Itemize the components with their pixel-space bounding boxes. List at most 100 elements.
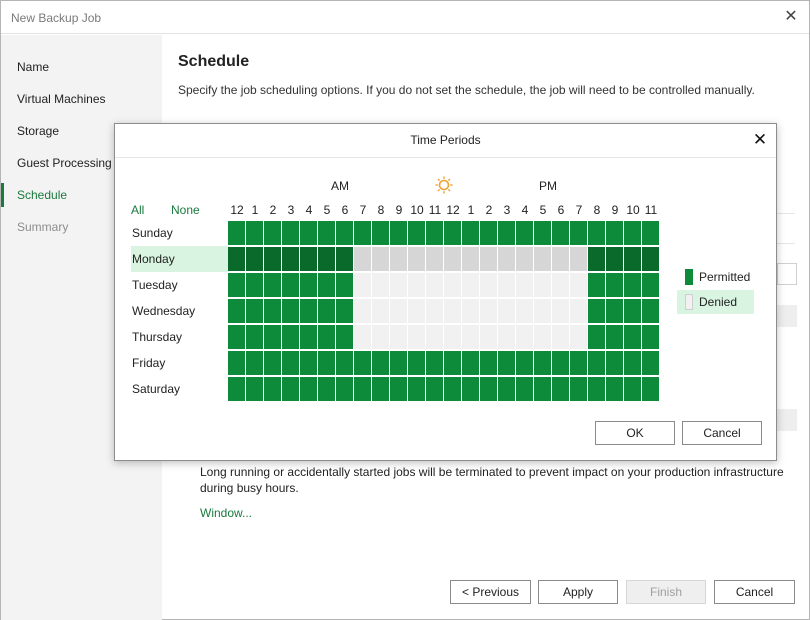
apply-button[interactable]: Apply	[538, 580, 618, 604]
schedule-cell[interactable]	[426, 221, 443, 245]
schedule-cell[interactable]	[588, 299, 605, 323]
schedule-cell[interactable]	[408, 247, 425, 271]
schedule-cell[interactable]	[282, 273, 299, 297]
schedule-cell[interactable]	[246, 221, 263, 245]
schedule-cell[interactable]	[372, 221, 389, 245]
dialog-cancel-button[interactable]: Cancel	[682, 421, 762, 445]
schedule-cell[interactable]	[372, 377, 389, 401]
schedule-cell[interactable]	[300, 325, 317, 349]
schedule-cell[interactable]	[552, 273, 569, 297]
schedule-cell[interactable]	[624, 299, 641, 323]
schedule-cell[interactable]	[498, 221, 515, 245]
schedule-cell[interactable]	[264, 221, 281, 245]
hour-label[interactable]: 9	[606, 203, 624, 217]
schedule-cell[interactable]	[264, 325, 281, 349]
schedule-cell[interactable]	[624, 377, 641, 401]
schedule-cell[interactable]	[282, 299, 299, 323]
schedule-cell[interactable]	[336, 325, 353, 349]
schedule-cell[interactable]	[642, 325, 659, 349]
day-label-monday[interactable]: Monday	[131, 246, 229, 272]
schedule-cell[interactable]	[390, 325, 407, 349]
schedule-cell[interactable]	[390, 247, 407, 271]
schedule-cell[interactable]	[462, 377, 479, 401]
dialog-ok-button[interactable]: OK	[595, 421, 675, 445]
schedule-cell[interactable]	[642, 247, 659, 271]
schedule-cell[interactable]	[498, 247, 515, 271]
schedule-cell[interactable]	[282, 325, 299, 349]
schedule-cell[interactable]	[570, 273, 587, 297]
schedule-cell[interactable]	[426, 247, 443, 271]
schedule-cell[interactable]	[228, 247, 245, 271]
schedule-cell[interactable]	[480, 221, 497, 245]
schedule-cell[interactable]	[228, 377, 245, 401]
hour-label[interactable]: 7	[354, 203, 372, 217]
schedule-cell[interactable]	[390, 299, 407, 323]
hour-label[interactable]: 2	[480, 203, 498, 217]
schedule-cell[interactable]	[354, 351, 371, 375]
schedule-cell[interactable]	[642, 299, 659, 323]
schedule-cell[interactable]	[426, 273, 443, 297]
schedule-cell[interactable]	[300, 273, 317, 297]
schedule-cell[interactable]	[444, 221, 461, 245]
schedule-cell[interactable]	[444, 247, 461, 271]
day-label-tuesday[interactable]: Tuesday	[131, 272, 229, 298]
schedule-cell[interactable]	[318, 221, 335, 245]
schedule-cell[interactable]	[534, 325, 551, 349]
schedule-cell[interactable]	[624, 325, 641, 349]
schedule-cell[interactable]	[444, 377, 461, 401]
schedule-cell[interactable]	[444, 325, 461, 349]
schedule-cell[interactable]	[336, 247, 353, 271]
schedule-cell[interactable]	[300, 351, 317, 375]
schedule-cell[interactable]	[390, 351, 407, 375]
schedule-cell[interactable]	[642, 273, 659, 297]
schedule-cell[interactable]	[246, 325, 263, 349]
schedule-cell[interactable]	[264, 299, 281, 323]
schedule-cell[interactable]	[516, 325, 533, 349]
schedule-cell[interactable]	[552, 299, 569, 323]
hour-label[interactable]: 4	[300, 203, 318, 217]
schedule-cell[interactable]	[354, 377, 371, 401]
schedule-cell[interactable]	[444, 351, 461, 375]
hour-label[interactable]: 6	[552, 203, 570, 217]
schedule-cell[interactable]	[372, 247, 389, 271]
window-close-icon[interactable]: ✕	[781, 7, 801, 27]
schedule-cell[interactable]	[228, 299, 245, 323]
hour-label[interactable]: 1	[246, 203, 264, 217]
day-label-saturday[interactable]: Saturday	[131, 376, 229, 402]
schedule-cell[interactable]	[390, 221, 407, 245]
schedule-cell[interactable]	[624, 221, 641, 245]
window-link[interactable]: Window...	[200, 506, 252, 520]
schedule-cell[interactable]	[624, 247, 641, 271]
schedule-cell[interactable]	[246, 247, 263, 271]
schedule-cell[interactable]	[372, 351, 389, 375]
schedule-cell[interactable]	[318, 247, 335, 271]
select-none-link[interactable]: None	[171, 203, 200, 217]
schedule-cell[interactable]	[282, 247, 299, 271]
schedule-cell[interactable]	[462, 273, 479, 297]
schedule-cell[interactable]	[534, 377, 551, 401]
schedule-cell[interactable]	[588, 273, 605, 297]
schedule-cell[interactable]	[534, 299, 551, 323]
hour-label[interactable]: 8	[588, 203, 606, 217]
hour-label[interactable]: 12	[444, 203, 462, 217]
schedule-cell[interactable]	[354, 247, 371, 271]
schedule-cell[interactable]	[462, 325, 479, 349]
schedule-cell[interactable]	[354, 325, 371, 349]
select-all-link[interactable]: All	[131, 203, 144, 217]
schedule-cell[interactable]	[570, 377, 587, 401]
schedule-cell[interactable]	[480, 247, 497, 271]
hour-label[interactable]: 10	[408, 203, 426, 217]
schedule-cell[interactable]	[318, 299, 335, 323]
schedule-cell[interactable]	[372, 299, 389, 323]
schedule-cell[interactable]	[642, 351, 659, 375]
schedule-cell[interactable]	[264, 351, 281, 375]
schedule-cell[interactable]	[498, 351, 515, 375]
schedule-cell[interactable]	[480, 351, 497, 375]
schedule-cell[interactable]	[588, 351, 605, 375]
schedule-cell[interactable]	[282, 351, 299, 375]
schedule-cell[interactable]	[246, 377, 263, 401]
schedule-cell[interactable]	[588, 221, 605, 245]
schedule-cell[interactable]	[552, 351, 569, 375]
schedule-cell[interactable]	[480, 325, 497, 349]
schedule-cell[interactable]	[516, 299, 533, 323]
